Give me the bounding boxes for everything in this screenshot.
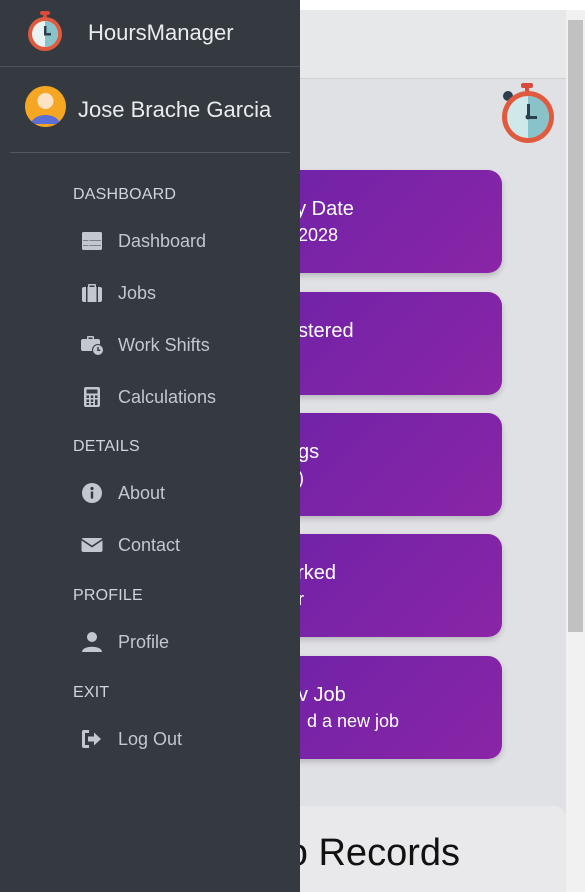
sidebar-item-label: Work Shifts [118, 335, 210, 355]
card-title: stered [298, 320, 354, 342]
envelope-icon [81, 538, 103, 552]
section-header-exit: EXIT [73, 684, 110, 701]
scrollbar-thumb[interactable] [568, 20, 583, 632]
sidebar: HoursManager Jose Brache Garcia DASHBOAR… [0, 0, 300, 892]
user-panel[interactable]: Jose Brache Garcia [10, 67, 290, 153]
section-header-dashboard: DASHBOARD [73, 186, 177, 203]
section-header-details: DETAILS [73, 438, 140, 455]
sidebar-item-label: About [118, 483, 166, 503]
sign-out-icon [82, 730, 101, 748]
sidebar-item-label: Jobs [118, 283, 157, 303]
suitcase-icon [82, 284, 102, 302]
sidebar-item-profile[interactable]: Profile [70, 622, 290, 662]
brand-link[interactable]: HoursManager [0, 0, 300, 67]
sidebar-item-label: Calculations [118, 387, 217, 407]
user-avatar-icon [25, 86, 66, 127]
card-title: v Job [298, 684, 346, 706]
avatar [25, 86, 66, 127]
sidebar-item-log-out[interactable]: Log Out [70, 719, 290, 759]
calculator-icon [84, 387, 100, 407]
business-time-icon [81, 336, 104, 356]
section-header-profile: PROFILE [73, 587, 143, 604]
user-icon [82, 632, 102, 652]
info-circle-icon [82, 483, 102, 503]
user-name: Jose Brache Garcia [78, 97, 272, 122]
sidebar-item-label: Profile [118, 632, 170, 652]
stopwatch-logo-icon [28, 11, 62, 51]
sidebar-item-contact[interactable]: Contact [70, 525, 290, 565]
card-value: 2028 [298, 225, 339, 245]
sidebar-item-jobs[interactable]: Jobs [70, 273, 290, 313]
sidebar-item-about[interactable]: About [70, 473, 290, 513]
stopwatch-logo-icon[interactable] [497, 82, 557, 144]
brand-title: HoursManager [88, 20, 234, 45]
sidebar-item-calculations[interactable]: Calculations [70, 377, 290, 417]
sidebar-item-work-shifts[interactable]: Work Shifts [70, 325, 290, 365]
sidebar-item-label: Contact [118, 535, 181, 555]
card-title: gs [298, 441, 320, 463]
table-icon [82, 232, 102, 250]
card-value: d a new job [307, 711, 400, 731]
sidebar-item-label: Log Out [118, 729, 183, 749]
sidebar-item-dashboard[interactable]: Dashboard [70, 221, 290, 261]
sidebar-item-label: Dashboard [118, 231, 207, 251]
